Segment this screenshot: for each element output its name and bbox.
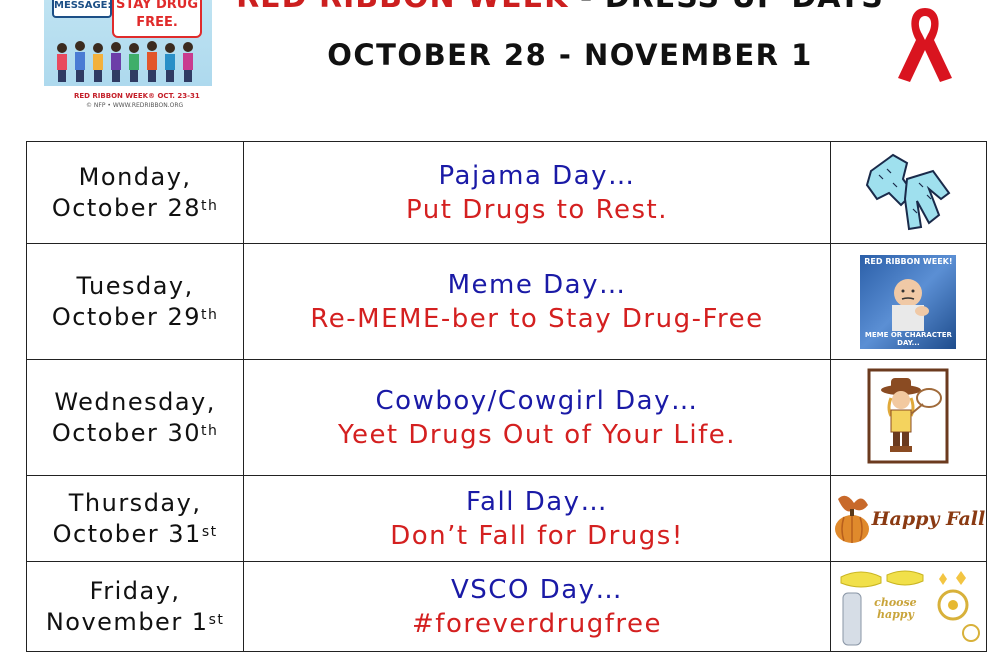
table-row: Monday, October 28th Pajama Day… Put Dru… bbox=[25, 141, 988, 244]
choose-happy-text: choose happy bbox=[874, 595, 917, 621]
title-separator: - bbox=[568, 0, 604, 15]
day-cell: Thursday, October 31st bbox=[25, 475, 245, 562]
theme-slogan: Don’t Fall for Drugs! bbox=[390, 520, 684, 551]
happy-fall-text: Happy Fall bbox=[871, 507, 986, 530]
picture-cell: RED RIBBON WEEK! MEME OR CHARACTER DAY..… bbox=[829, 243, 988, 360]
poster-band-text: RED RIBBON WEEK® OCT. 23-31 bbox=[74, 92, 200, 100]
day-date: October 30th bbox=[51, 418, 219, 447]
theme-cell: Meme Day… Re-MEME-ber to Stay Drug-Free bbox=[243, 243, 831, 360]
dress-up-schedule-table: Monday, October 28th Pajama Day… Put Dru… bbox=[25, 141, 988, 652]
date-range: OCTOBER 28 - NOVEMBER 1 bbox=[327, 38, 813, 72]
table-row: Tuesday, October 29th Meme Day… Re-MEME-… bbox=[25, 243, 988, 360]
day-date: October 31st bbox=[52, 519, 218, 548]
theme-cell: Pajama Day… Put Drugs to Rest. bbox=[243, 141, 831, 244]
theme-slogan: #foreverdrugfree bbox=[412, 608, 663, 639]
table-row: Friday, November 1st VSCO Day… #foreverd… bbox=[25, 561, 988, 652]
picture-cell: choose happy bbox=[829, 561, 988, 652]
theme-cell: Cowboy/Cowgirl Day… Yeet Drugs Out of Yo… bbox=[243, 359, 831, 476]
weekday: Friday, bbox=[89, 576, 181, 605]
day-date: October 29th bbox=[51, 302, 219, 331]
theme-name: Cowboy/Cowgirl Day… bbox=[375, 385, 699, 416]
theme-cell: Fall Day… Don’t Fall for Drugs! bbox=[243, 475, 831, 562]
meme-bottom-text: MEME OR CHARACTER DAY... bbox=[864, 330, 952, 347]
theme-name: Pajama Day… bbox=[438, 160, 636, 191]
poster-bubble-right: STAY DRUG FREE. bbox=[112, 0, 202, 38]
vsco-icon: choose happy bbox=[833, 563, 983, 651]
meme-image: RED RIBBON WEEK! MEME OR CHARACTER DAY..… bbox=[860, 254, 957, 349]
weekday: Monday, bbox=[78, 162, 192, 191]
title-black-part: DRESS UP DAYS bbox=[605, 0, 884, 15]
red-ribbon-poster: MESSAGE: STAY DRUG FREE. RED RIBBON WEEK… bbox=[44, 0, 212, 112]
red-ribbon-icon bbox=[898, 8, 952, 82]
cowboy-icon bbox=[867, 368, 949, 463]
picture-cell: Happy Fall bbox=[829, 475, 988, 562]
picture-cell bbox=[829, 359, 988, 476]
pajama-icon bbox=[866, 153, 951, 230]
pumpkin-icon bbox=[834, 495, 869, 543]
day-cell: Tuesday, October 29th bbox=[25, 243, 245, 360]
weekday: Wednesday, bbox=[54, 387, 216, 416]
weekday: Thursday, bbox=[68, 488, 202, 517]
title-red-part: RED RIBBON WEEK bbox=[236, 0, 568, 15]
page-title: RED RIBBON WEEK - DRESS UP DAYS bbox=[230, 0, 890, 15]
theme-name: Fall Day… bbox=[465, 486, 609, 517]
day-cell: Monday, October 28th bbox=[25, 141, 245, 244]
day-date: October 28th bbox=[51, 193, 219, 222]
theme-slogan: Re-MEME-ber to Stay Drug-Free bbox=[310, 303, 764, 334]
poster-kids-illustration bbox=[57, 41, 193, 82]
table-row: Thursday, October 31st Fall Day… Don’t F… bbox=[25, 475, 988, 562]
day-cell: Wednesday, October 30th bbox=[25, 359, 245, 476]
theme-slogan: Put Drugs to Rest. bbox=[406, 194, 668, 225]
picture-cell bbox=[829, 141, 988, 244]
day-cell: Friday, November 1st bbox=[25, 561, 245, 652]
theme-slogan: Yeet Drugs Out of Your Life. bbox=[338, 419, 737, 450]
weekday: Tuesday, bbox=[76, 271, 194, 300]
meme-top-text: RED RIBBON WEEK! bbox=[864, 256, 953, 266]
poster-bubble-left: MESSAGE: bbox=[52, 0, 112, 18]
day-date: November 1st bbox=[45, 607, 225, 636]
fall-icon: Happy Fall bbox=[831, 491, 986, 547]
success-kid-icon bbox=[892, 278, 930, 331]
theme-name: VSCO Day… bbox=[451, 574, 624, 605]
theme-cell: VSCO Day… #foreverdrugfree bbox=[243, 561, 831, 652]
poster-band-sub: © NFP • WWW.REDRIBBON.ORG bbox=[86, 102, 184, 109]
theme-name: Meme Day… bbox=[447, 269, 627, 300]
table-row: Wednesday, October 30th Cowboy/Cowgirl D… bbox=[25, 359, 988, 476]
